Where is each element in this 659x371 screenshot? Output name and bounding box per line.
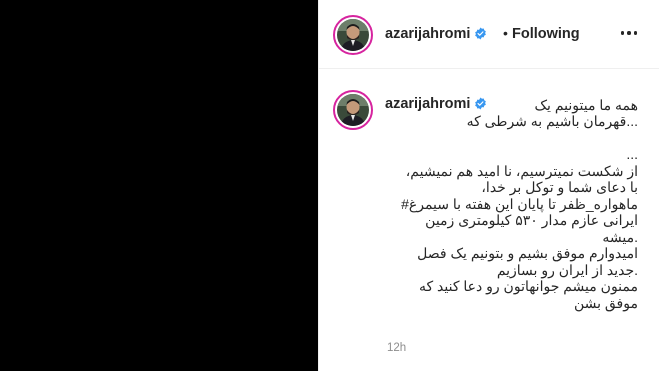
more-options-icon[interactable] bbox=[615, 22, 643, 44]
caption-line: با دعای شما و توکل بر خدا، bbox=[481, 179, 638, 195]
following-button[interactable]: Following bbox=[512, 26, 580, 42]
hashtag-line[interactable]: ماهواره_ظفر تا پایان این هفته با سیمرغ# bbox=[388, 196, 638, 213]
caption-line: امیدوارم موفق بشیم و بتونیم یک فصل bbox=[417, 245, 638, 261]
caption-line: ایرانی عازم مدار ۵۳۰ کیلومتری زمین bbox=[425, 212, 638, 228]
separator-dot: • bbox=[503, 25, 508, 41]
post-header: azarijahromi • Following bbox=[319, 0, 659, 69]
post-side-panel: azarijahromi • Following azarijahromi هم… bbox=[318, 0, 659, 371]
caption-line: .جدید از ایران رو بسازیم bbox=[496, 261, 638, 278]
profile-photo bbox=[337, 19, 369, 51]
caption-line: موفق بشن bbox=[573, 294, 638, 311]
caption-line: ممنون میشم جوانهاتون رو دعا کنید که bbox=[418, 278, 638, 294]
username-text[interactable]: azarijahromi bbox=[385, 26, 470, 42]
caption-line bbox=[388, 130, 638, 147]
verified-badge-icon bbox=[475, 97, 487, 110]
avatar[interactable] bbox=[333, 15, 373, 55]
caption-line: ... bbox=[626, 146, 638, 162]
profile-photo bbox=[337, 94, 369, 126]
caption-text: ...قهرمان باشیم به شرطی که ... از شکست ن… bbox=[388, 113, 638, 311]
caption-first-line: همه ما میتونیم یک bbox=[534, 97, 638, 113]
post-media[interactable] bbox=[0, 0, 318, 371]
caption-avatar[interactable] bbox=[333, 90, 373, 130]
verified-badge-icon bbox=[475, 27, 487, 40]
username-text[interactable]: azarijahromi bbox=[385, 96, 470, 112]
caption-username[interactable]: azarijahromi bbox=[385, 96, 487, 112]
post-timestamp[interactable]: 12h bbox=[387, 342, 406, 354]
caption-line: .میشه bbox=[602, 228, 638, 245]
caption-line: ...قهرمان باشیم به شرطی که bbox=[466, 113, 638, 129]
caption-line: از شکست نمیترسیم، نا امید هم نمیشیم، bbox=[405, 162, 638, 179]
header-username[interactable]: azarijahromi bbox=[385, 26, 487, 42]
